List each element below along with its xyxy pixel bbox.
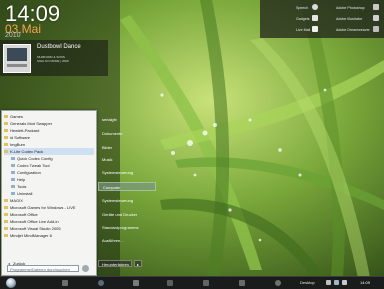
program-item[interactable]: Microsoft Office <box>4 211 94 218</box>
music-link[interactable]: Musik <box>98 155 156 164</box>
launcher-gadgets[interactable]: Gadgets <box>296 17 310 21</box>
mail-icon <box>312 26 318 32</box>
network-icon[interactable] <box>326 280 331 285</box>
shutdown-button[interactable]: Herunterfahren <box>98 260 132 267</box>
devices-printers-link[interactable]: Geräte und Drucker <box>98 210 156 219</box>
taskbar-clock[interactable]: 14:09 <box>360 280 370 285</box>
explorer-icon[interactable] <box>62 280 68 286</box>
search-icon[interactable] <box>82 265 89 272</box>
launcher-speech[interactable]: Speech <box>296 6 308 10</box>
app-icon[interactable] <box>167 280 173 286</box>
program-item[interactable]: Microsoft Office Live Add-in <box>4 218 94 225</box>
folder-icon <box>4 206 8 210</box>
program-item[interactable]: Generals Mod Swapper <box>4 120 94 127</box>
folder-icon <box>4 150 8 154</box>
folder-icon <box>4 122 8 126</box>
app-icon[interactable] <box>203 280 209 286</box>
album-cover <box>3 44 31 73</box>
shutdown-options-button[interactable]: ▸ <box>134 260 142 267</box>
dreamweaver-icon <box>373 26 379 32</box>
program-item[interactable]: Games <box>4 113 94 120</box>
folder-icon <box>4 136 8 140</box>
program-item[interactable]: id Software <box>4 134 94 141</box>
taskbar: Desktop 14:09 <box>0 276 384 289</box>
control-panel-link-2[interactable]: Systemsteuerung <box>98 196 156 205</box>
folder-icon <box>11 185 15 189</box>
folder-icon <box>4 115 8 119</box>
run-link[interactable]: Ausführen... <box>98 236 156 245</box>
app-icon[interactable] <box>275 280 281 286</box>
tray-icon[interactable] <box>342 280 347 285</box>
program-subitem[interactable]: Quick Codec Config <box>4 155 94 162</box>
all-programs-list: Games Generals Mod Swapper Hewlett-Packa… <box>4 113 94 239</box>
microphone-icon <box>312 4 318 10</box>
start-menu: Games Generals Mod Swapper Hewlett-Packa… <box>1 110 97 276</box>
illustrator-icon <box>373 15 379 21</box>
launcher-live-mail[interactable]: Live Mail <box>296 28 310 32</box>
launcher-illustrator[interactable]: Adobe Illustrator <box>336 17 362 21</box>
documents-link[interactable]: Dokumente <box>98 129 156 138</box>
photoshop-icon <box>373 4 379 10</box>
volume-icon[interactable] <box>334 280 339 285</box>
program-item[interactable]: Microsoft Games for Windows - LIVE <box>4 204 94 211</box>
user-folder-link[interactable]: serialgfx <box>98 115 156 124</box>
clock-year: 2010 <box>5 32 21 39</box>
media-widget[interactable]: Dustbowl Dance MUMFORD & SONS SIGH NO MO… <box>0 40 108 76</box>
computer-link[interactable]: Computer <box>98 182 156 191</box>
folder-icon <box>11 171 15 175</box>
program-subitem[interactable]: Tools <box>4 183 94 190</box>
app-icon <box>11 164 15 168</box>
launcher-photoshop[interactable]: Adobe Photoshop <box>336 6 365 10</box>
folder-icon <box>4 227 8 231</box>
program-item[interactable]: MAGIX <box>4 197 94 204</box>
folder-icon <box>4 199 8 203</box>
launcher-panel: Speech Gadgets Live Mail Adobe Photoshop… <box>260 0 384 38</box>
pictures-link[interactable]: Bilder <box>98 143 156 152</box>
gadgets-icon <box>312 15 318 21</box>
launcher-dreamweaver[interactable]: Adobe Dreamweaver <box>336 28 370 32</box>
folder-icon <box>4 234 8 238</box>
program-subitem[interactable]: Configuration <box>4 169 94 176</box>
start-menu-right-column: serialgfx Dokumente Bilder Musik Systems… <box>96 110 158 274</box>
program-item[interactable]: Microsoft Visual Studio 2005 <box>4 225 94 232</box>
start-orb-icon[interactable] <box>6 278 16 288</box>
browser-icon[interactable] <box>133 280 139 286</box>
program-item[interactable]: ImgBurn <box>4 141 94 148</box>
folder-icon <box>11 178 15 182</box>
folder-icon <box>4 213 8 217</box>
default-programs-link[interactable]: Standardprogramme <box>98 223 156 232</box>
media-player-icon[interactable] <box>98 280 104 286</box>
control-panel-link-1[interactable]: Systemsteuerung <box>98 168 156 177</box>
folder-icon <box>4 129 8 133</box>
track-album: SIGH NO MORE | 2009 <box>37 59 69 63</box>
program-item[interactable]: Hewlett-Packard <box>4 127 94 134</box>
program-subitem[interactable]: Help <box>4 176 94 183</box>
program-item[interactable]: Mindjet MindManager 8 <box>4 232 94 239</box>
app-icon <box>11 157 15 161</box>
app-icon <box>11 192 15 196</box>
program-item-selected[interactable]: K-Lite Codec Pack <box>4 148 94 155</box>
search-input[interactable]: Programme/Dateien durchsuchen <box>7 265 79 272</box>
program-subitem[interactable]: Codec Tweak Tool <box>4 162 94 169</box>
folder-icon <box>4 143 8 147</box>
app-icon[interactable] <box>239 280 245 286</box>
folder-icon <box>4 220 8 224</box>
desktop-toolbar[interactable]: Desktop <box>300 280 315 285</box>
track-title: Dustbowl Dance <box>37 44 81 50</box>
program-subitem[interactable]: Uninstall <box>4 190 94 197</box>
